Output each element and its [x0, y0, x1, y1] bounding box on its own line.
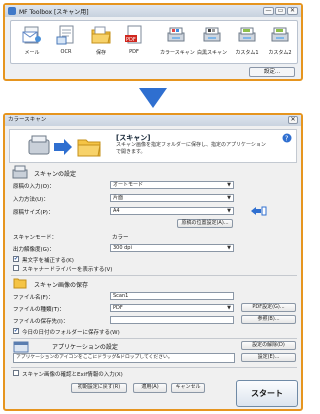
- ocr-document-icon: [56, 25, 74, 45]
- filetype-label: ファイルの種類(T)：: [13, 307, 65, 313]
- browse-button[interactable]: 参照(B)...: [241, 315, 296, 324]
- bw-scan-button[interactable]: 白黒スキャン: [196, 24, 228, 62]
- help-icon[interactable]: ?: [282, 133, 292, 143]
- page-orientation-icon: [251, 206, 267, 216]
- scan-to-folder-graphic-icon: [28, 135, 101, 157]
- scan-mode-value: カラー: [112, 235, 129, 241]
- resolution-value: 300 dpi: [113, 245, 132, 251]
- scan-mode-label: スキャンモード：: [13, 235, 58, 241]
- section-divider: [11, 338, 297, 339]
- app-settings-heading: アプリケーションの設定: [52, 344, 118, 351]
- save-settings-heading: スキャン画像の保存: [34, 282, 89, 289]
- dialog-header: [スキャン] スキャン画像を指定フォルダーに保存し、指定のアプリケーションで開き…: [9, 129, 297, 163]
- scan-settings-dialog: カラースキャン ✕ [スキャン] スキャン画像を指定フォルダーに保存し、指定のア…: [3, 113, 303, 411]
- chevron-down-icon: ▼: [227, 182, 231, 188]
- custom-scan-icon: [271, 27, 289, 42]
- toolbox-title: MF Toolbox [スキャン用]: [19, 8, 89, 16]
- custom-scan-icon: [238, 27, 256, 42]
- input-method-value: 片面: [113, 195, 124, 201]
- source-dropdown[interactable]: オートモード ▼: [110, 181, 234, 189]
- save-location-input[interactable]: [110, 316, 234, 324]
- filetype-value: PDF: [113, 305, 123, 311]
- date-folder-checkbox[interactable]: ✔: [13, 328, 19, 334]
- date-folder-label: 今日の日付のフォルダーに保存する(W): [22, 330, 120, 336]
- custom1-button[interactable]: カスタム1: [232, 24, 262, 62]
- save-label: 保存: [95, 50, 106, 56]
- apply-button[interactable]: 適用(A): [133, 383, 167, 393]
- area-settings-button[interactable]: 原稿の位置設定(A)...: [177, 219, 233, 228]
- custom2-button[interactable]: カスタム2: [265, 24, 295, 62]
- mf-toolbox-window: MF Toolbox [スキャン用] — ▭ ✕ メール OCR 保存 PDF …: [3, 3, 303, 81]
- header-description: スキャン画像を指定フォルダーに保存し、指定のアプリケーションで開きます。: [116, 142, 266, 155]
- toolbox-titlebar: MF Toolbox [スキャン用]: [5, 5, 301, 17]
- show-driver-checkbox[interactable]: [13, 265, 19, 271]
- confirm-exif-checkbox[interactable]: [13, 370, 19, 376]
- ocr-label: OCR: [60, 49, 72, 55]
- resolution-label: 出力解像度(G)：: [13, 247, 55, 253]
- color-scan-label: カラースキャン: [160, 50, 195, 56]
- mail-label: メール: [24, 50, 40, 56]
- dialog-title: カラースキャン: [5, 115, 301, 126]
- bw-scan-icon: [203, 27, 221, 42]
- cancel-button[interactable]: キャンセル: [171, 383, 205, 393]
- start-button[interactable]: スタート: [236, 380, 298, 407]
- custom1-label: カスタム1: [235, 50, 259, 56]
- app-set-button[interactable]: 設定(E)...: [241, 353, 296, 362]
- resolution-dropdown[interactable]: 300 dpi ▼: [110, 244, 234, 252]
- black-text-label: 黒文字を補正する(K): [22, 258, 74, 264]
- pdf-icon: PDF: [125, 25, 142, 44]
- color-scan-button[interactable]: カラースキャン: [160, 24, 195, 62]
- restore-defaults-button[interactable]: 初期設定に戻す(R): [71, 383, 127, 393]
- color-scan-icon: [167, 27, 185, 42]
- window-controls: — ▭ ✕: [263, 7, 298, 15]
- input-method-label: 入力方法(U)：: [13, 197, 49, 203]
- toolbox-button-row: メール OCR 保存 PDF PDF カラースキャン 白黒スキャン カスタム1 …: [10, 20, 298, 64]
- toolbox-app-icon: [8, 7, 16, 15]
- svg-text:?: ?: [285, 135, 289, 143]
- save-folder-icon: [91, 26, 111, 44]
- bw-scan-label: 白黒スキャン: [196, 50, 227, 56]
- black-text-checkbox[interactable]: ✔: [13, 256, 19, 262]
- source-value: オートモード: [113, 182, 144, 188]
- restore-button[interactable]: ▭: [275, 7, 286, 15]
- scan-settings-heading: スキャンの設定: [34, 171, 77, 178]
- close-button[interactable]: ✕: [287, 7, 298, 15]
- save-location-label: ファイルの保存先(I)：: [13, 319, 69, 325]
- filename-input[interactable]: Scan1: [110, 292, 234, 300]
- chevron-down-icon: ▼: [227, 195, 231, 201]
- save-button[interactable]: 保存: [86, 24, 116, 62]
- input-method-dropdown[interactable]: 片面 ▼: [110, 194, 234, 202]
- show-driver-label: スキャナードライバーを表示する(V): [22, 267, 113, 273]
- size-value: A4: [113, 208, 120, 214]
- filename-label: ファイル名(F)：: [13, 295, 54, 301]
- chevron-down-icon: ▼: [227, 305, 231, 311]
- dialog-close-button[interactable]: ✕: [288, 116, 298, 124]
- folder-section-icon: [13, 278, 27, 289]
- pdf-label: PDF: [129, 49, 139, 55]
- down-arrow-icon: [139, 88, 167, 108]
- section-divider: [11, 367, 297, 368]
- source-label: 原稿の入力(O)：: [13, 184, 55, 190]
- scanner-section-icon: [12, 165, 28, 179]
- minimize-button[interactable]: —: [263, 7, 274, 15]
- chevron-down-icon: ▼: [227, 208, 231, 214]
- pdf-button[interactable]: PDF PDF: [119, 24, 149, 62]
- svg-text:PDF: PDF: [126, 37, 136, 43]
- chevron-down-icon: ▼: [227, 245, 231, 251]
- pdf-settings-button[interactable]: PDF設定(G)...: [241, 303, 296, 312]
- size-label: 原稿サイズ(P)：: [13, 210, 54, 216]
- application-section-icon: [13, 341, 29, 353]
- filetype-dropdown[interactable]: PDF ▼: [110, 304, 234, 312]
- ocr-button[interactable]: OCR: [51, 24, 81, 62]
- settings-button[interactable]: 設定...: [249, 67, 295, 77]
- app-clear-button[interactable]: 設定の解除(D): [241, 341, 296, 350]
- section-divider: [11, 275, 297, 276]
- mail-icon: [22, 26, 41, 44]
- custom2-label: カスタム2: [268, 50, 292, 56]
- mail-button[interactable]: メール: [17, 24, 47, 62]
- size-dropdown[interactable]: A4 ▼: [110, 207, 234, 215]
- confirm-exif-label: スキャン画像の確認とExif情報の入力(X): [22, 372, 123, 378]
- app-drop-zone[interactable]: アプリケーションのアイコンをここにドラッグ&ドロップしてください。: [13, 353, 235, 363]
